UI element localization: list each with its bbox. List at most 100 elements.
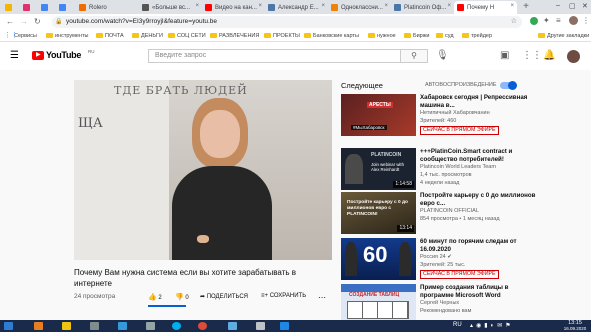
bookmark-other[interactable]: Другие закладки: [538, 32, 589, 40]
start-icon[interactable]: [4, 322, 13, 330]
bookmark-folder[interactable]: нужное: [368, 32, 396, 40]
channel-name[interactable]: Сергей Черных: [420, 300, 459, 306]
share-button[interactable]: ➦ ПОДЕЛИТЬСЯ: [200, 293, 248, 300]
taskbar-app-icon[interactable]: [256, 322, 265, 330]
channel-name[interactable]: Platincoin World Leaders Team: [420, 164, 496, 170]
window-close-icon[interactable]: ✕: [582, 2, 588, 10]
bookmark-folder[interactable]: РАЗВЛЕЧЕНИЯ: [210, 32, 259, 40]
close-icon[interactable]: ×: [195, 3, 199, 9]
skype-icon[interactable]: [172, 322, 181, 330]
browser-tab[interactable]: [20, 1, 38, 14]
input-language[interactable]: RU: [453, 322, 462, 328]
maximize-icon[interactable]: ▢: [569, 2, 576, 10]
close-icon[interactable]: ×: [321, 3, 325, 9]
bookmark-folder[interactable]: трейдер: [462, 32, 492, 40]
browser-tab[interactable]: [2, 1, 20, 14]
dislike-count: 0: [185, 295, 189, 301]
bookmark-folder[interactable]: ПРОЕКТЫ: [264, 32, 300, 40]
hamburger-menu-icon[interactable]: ☰: [10, 50, 19, 62]
tab-favicon-icon: [268, 4, 275, 11]
browser-tab[interactable]: Rolero: [76, 1, 139, 14]
recommended-video[interactable]: 60 60 минут по горячим следам от 16.09.2…: [341, 238, 536, 280]
recommended-title[interactable]: Хабаровск сегодня | Репрессивная машина …: [420, 94, 536, 109]
search-input[interactable]: Введите запрос: [148, 49, 401, 63]
thumbnail-text: PLATINCOIN: [371, 152, 402, 158]
profile-avatar[interactable]: [569, 16, 578, 25]
create-video-icon[interactable]: ▣: [500, 50, 509, 62]
apps-grid-icon[interactable]: ⋮⋮: [522, 50, 542, 62]
chrome-icon[interactable]: [198, 322, 207, 330]
clock[interactable]: 13:15 16.09.2020: [562, 320, 588, 332]
taskbar-app-icon[interactable]: [280, 322, 289, 330]
youtube-logo-text[interactable]: YouTube: [46, 50, 81, 61]
recommended-title[interactable]: Постройте карьеру с 0 до миллионов евро …: [420, 192, 536, 207]
media-icon[interactable]: ≡: [556, 16, 561, 26]
bookmark-folder[interactable]: инструменты: [46, 32, 88, 40]
browser-tab[interactable]: Видео на кан... ×: [202, 1, 265, 14]
close-icon[interactable]: ×: [510, 3, 514, 9]
close-icon[interactable]: ×: [447, 3, 451, 9]
account-avatar[interactable]: [567, 50, 580, 63]
recommended-video[interactable]: АРЕСТЫ #МыХабаровск Хабаровск сегодня | …: [341, 94, 536, 136]
browser-tab-active[interactable]: Почему Н ×: [454, 1, 517, 14]
star-icon[interactable]: ☆: [511, 16, 517, 28]
autoplay-toggle[interactable]: [500, 81, 517, 90]
new-tab-button[interactable]: +: [520, 1, 532, 13]
dislike-button[interactable]: 👎 0: [175, 293, 189, 301]
video-thumbnail[interactable]: АРЕСТЫ #МыХабаровск: [341, 94, 416, 136]
video-player[interactable]: ТДЕ БРАТЬ ЛЮДЕЙ ЩА: [74, 80, 332, 260]
menu-dots-icon[interactable]: ⋮: [582, 16, 590, 26]
recommended-title[interactable]: Пример создания таблицы в программе Micr…: [420, 284, 536, 299]
close-icon[interactable]: ×: [384, 3, 388, 9]
like-button[interactable]: 👍 2: [148, 293, 162, 301]
tray-icons[interactable]: ▴◉▮◐✉⚑: [470, 322, 514, 329]
youtube-logo-icon[interactable]: ▶: [32, 51, 44, 60]
bookmark-folder[interactable]: СОЦ СЕТИ: [168, 32, 206, 40]
notifications-bell-icon[interactable]: 🔔: [543, 50, 555, 62]
file-explorer-icon[interactable]: [62, 322, 71, 330]
extension-icon[interactable]: [530, 17, 538, 25]
recommended-title[interactable]: 60 минут по горячим следам от 16.09.2020: [420, 238, 536, 253]
save-button[interactable]: ≡+ СОХРАНИТЬ: [261, 293, 306, 299]
thumbnail-table: [347, 301, 409, 319]
search-button[interactable]: ⚲: [401, 49, 428, 63]
browser-tab[interactable]: Одноклассни... ×: [328, 1, 391, 14]
channel-name[interactable]: Россия 24 ✔: [420, 254, 452, 260]
minimize-icon[interactable]: –: [556, 2, 560, 9]
url-bar[interactable]: 🔒 youtube.com/watch?v=EI3y9rroyjI&featur…: [52, 16, 522, 28]
bookmark-folder[interactable]: Банковские карты: [304, 32, 359, 40]
video-thumbnail[interactable]: Постройте карьеру с 0 до миллионов евро …: [341, 192, 416, 234]
video-thumbnail[interactable]: PLATINCOIN Join webinar with Alex Reinha…: [341, 148, 416, 190]
bookmark-apps[interactable]: ⋮⋮ Сервисы: [4, 32, 37, 40]
taskbar-app-icon[interactable]: [228, 322, 237, 330]
bookmark-folder[interactable]: ПОЧТА: [96, 32, 124, 40]
folder-icon: [264, 33, 271, 38]
bookmark-label: СОЦ СЕТИ: [177, 33, 206, 39]
browser-tab[interactable]: Александр Е... ×: [265, 1, 328, 14]
video-thumbnail[interactable]: 60: [341, 238, 416, 280]
recommended-video[interactable]: Постройте карьеру с 0 до миллионов евро …: [341, 192, 536, 234]
bookmark-folder[interactable]: суд: [436, 32, 454, 40]
extensions-puzzle-icon[interactable]: ✦: [543, 16, 550, 26]
taskbar-app-icon[interactable]: [90, 322, 99, 330]
close-icon[interactable]: ×: [258, 3, 262, 9]
recommended-title[interactable]: +++PlatinCoin.Smart contract и сообществ…: [420, 148, 536, 163]
recommended-video[interactable]: PLATINCOIN Join webinar with Alex Reinha…: [341, 148, 536, 190]
browser-tab[interactable]: [38, 1, 56, 14]
media-player-icon[interactable]: [34, 322, 43, 330]
more-actions-icon[interactable]: ⋯: [318, 293, 326, 302]
bookmark-folder[interactable]: Биржи: [404, 32, 430, 40]
browser-tab[interactable]: «Больше вс... ×: [139, 1, 202, 14]
microphone-icon[interactable]: 🎙: [436, 50, 449, 62]
back-icon[interactable]: ←: [6, 16, 14, 28]
apps-grid-icon: ⋮⋮: [4, 32, 18, 39]
browser-tab[interactable]: [56, 1, 76, 14]
reload-icon[interactable]: ↻: [34, 16, 41, 28]
taskbar-app-icon[interactable]: [146, 322, 155, 330]
browser-tab[interactable]: Platincoin Оф... ×: [391, 1, 454, 14]
forward-icon[interactable]: →: [20, 16, 28, 28]
taskbar-app-icon[interactable]: [118, 322, 127, 330]
bookmark-folder[interactable]: ДЕНЬГИ: [132, 32, 163, 40]
channel-name[interactable]: Нетипичный Хабаровчанин: [420, 110, 490, 116]
channel-name[interactable]: PLATINCOIN OFFICIAL: [420, 208, 479, 214]
